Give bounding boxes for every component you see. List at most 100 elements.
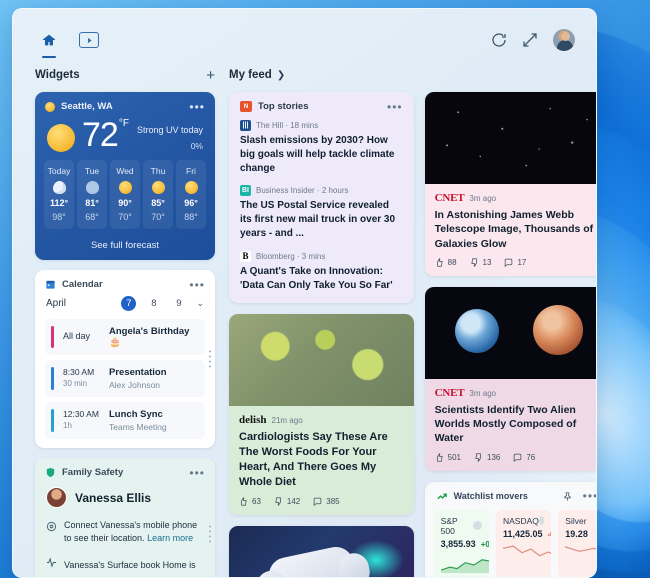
watchlist-widget[interactable]: Watchlist movers ••• S&P 500 — [424, 481, 596, 577]
family-safety-widget[interactable]: Family Safety ••• Vanessa Ellis Connect … — [35, 458, 215, 577]
calendar-event[interactable]: 8:30 AM 30 min Presentation Alex Johnson — [45, 360, 205, 397]
dislike-button[interactable]: 136 — [474, 453, 500, 462]
feed-card-cnet-webb[interactable]: CNET 3m ago In Astonishing James Webb Te… — [424, 92, 596, 276]
weather-more-button[interactable]: ••• — [189, 101, 205, 113]
see-full-forecast-link[interactable]: See full forecast — [35, 235, 215, 260]
add-widget-button[interactable]: + — [206, 68, 215, 83]
rain-icon — [85, 181, 99, 194]
forecast-day-label: Today — [47, 166, 71, 176]
comment-button[interactable]: 17 — [504, 258, 526, 267]
weather-location: Seattle, WA — [61, 101, 113, 112]
ticker-item[interactable]: NASDAQ 11,425.05 -0.95% — [495, 509, 552, 577]
calendar-scroll-grip[interactable] — [209, 350, 211, 368]
feed-card-cnet-water[interactable]: CNET 3m ago Scientists Identify Two Alie… — [424, 286, 596, 471]
forecast-low: 70° — [118, 212, 132, 222]
family-safety-message: Vanessa's Surface book Home is connected — [64, 560, 196, 571]
forecast-day[interactable]: Thu 85° 70° — [143, 160, 173, 229]
widgets-header: Widgets + — [35, 65, 215, 85]
family-safety-item[interactable]: Connect Vanessa's mobile phone to see th… — [35, 515, 215, 551]
event-title: Presentation — [109, 367, 167, 378]
sunny-icon — [184, 181, 198, 194]
forecast-low: 68° — [85, 212, 99, 222]
source-icon: BI — [240, 185, 251, 197]
home-tab[interactable] — [35, 27, 63, 58]
like-button[interactable]: 63 — [239, 497, 261, 506]
top-stories-more-button[interactable]: ••• — [387, 101, 403, 113]
family-safety-scroll-grip[interactable] — [209, 525, 211, 543]
feed-header[interactable]: My feed ❯ — [229, 65, 596, 85]
calendar-event[interactable]: All day Angela's Birthday 🎂 — [45, 319, 205, 355]
expand-icon[interactable] — [521, 31, 539, 49]
family-safety-item[interactable]: Vanessa's Surface book Home is connected… — [35, 551, 215, 577]
ticker-change: +0.82% — [480, 539, 489, 549]
forecast-day[interactable]: Fri 96° 88° — [176, 160, 206, 229]
top-stories-icon: N — [240, 101, 252, 112]
widgets-topbar — [35, 23, 576, 58]
weather-unit: °F — [118, 118, 129, 129]
like-button[interactable]: 88 — [435, 258, 457, 267]
dislike-button[interactable]: 13 — [470, 257, 492, 267]
forecast-day[interactable]: Today 112° 98° — [44, 160, 74, 229]
forecast-day[interactable]: Tue 81° 68° — [77, 160, 107, 229]
story-source: The Hill · 18 mins — [256, 121, 319, 130]
dislike-button[interactable]: 142 — [274, 497, 300, 506]
watchlist-more-button[interactable]: ••• — [583, 490, 596, 502]
calendar-day-8[interactable]: 8 — [146, 298, 161, 309]
ticker-change: -0.95% — [547, 529, 552, 539]
ticker-price: 19.28 — [565, 528, 588, 539]
weather-temperature: 72 — [82, 116, 119, 154]
event-title: Angela's Birthday 🎂 — [109, 326, 190, 348]
family-safety-text: Connect Vanessa's mobile phone to see th… — [64, 519, 204, 545]
family-safety-more-button[interactable]: ••• — [189, 467, 205, 479]
user-avatar[interactable] — [552, 28, 576, 52]
feed-card-verge[interactable]: THE VERGE 4 hours ago The best video gam… — [229, 526, 414, 577]
learn-more-link[interactable]: Learn more — [147, 533, 193, 543]
feed-title: My feed — [229, 69, 272, 81]
card-headline: Scientists Identify Two Alien Worlds Mos… — [434, 403, 577, 445]
avatar — [46, 487, 67, 508]
comment-count: 17 — [517, 257, 527, 267]
ticker-price: 11,425.05 — [502, 528, 543, 539]
refresh-icon[interactable] — [490, 31, 508, 49]
comment-button[interactable]: 385 — [313, 497, 340, 507]
weather-sun-large-icon — [47, 124, 75, 152]
feed-column-right: CNET 3m ago In Astonishing James Webb Te… — [424, 92, 596, 577]
video-tab[interactable] — [75, 27, 103, 53]
card-headline: Cardiologists Say These Are The Worst Fo… — [239, 431, 388, 489]
comment-button[interactable]: 76 — [513, 453, 535, 462]
event-time: 12:30 AM — [63, 409, 99, 419]
forecast-high: 81° — [85, 198, 99, 208]
ticker-sparkline — [565, 545, 596, 552]
family-safety-title: Family Safety — [62, 467, 124, 478]
story-source: Business Insider · 2 hours — [256, 186, 349, 196]
dislike-count: 136 — [487, 452, 501, 462]
calendar-title: Calendar — [62, 279, 103, 290]
story-item[interactable]: B Bloomberg · 3 mins A Quant's Take on I… — [240, 250, 403, 293]
timestamp: 3m ago — [469, 388, 497, 398]
calendar-event[interactable]: 12:30 AM 1h Lunch Sync Teams Meeting — [45, 402, 205, 439]
event-subtitle: Teams Meeting — [109, 422, 167, 432]
space-image — [424, 92, 596, 184]
story-item[interactable]: BI Business Insider · 2 hours The US Pos… — [240, 185, 403, 240]
weather-widget[interactable]: Seattle, WA ••• 72 °F Strong UV today 0%… — [35, 92, 215, 260]
weather-uv-percent: 0% — [190, 141, 203, 151]
trending-up-icon — [437, 493, 447, 499]
like-button[interactable]: 501 — [435, 453, 461, 462]
calendar-more-button[interactable]: ••• — [189, 279, 205, 291]
dislike-count: 13 — [482, 257, 492, 267]
ticker-item[interactable]: S&P 500 3,855.93 +0.82% — [433, 509, 489, 577]
feed-card-delish[interactable]: delish 21m ago Cardiologists Say These A… — [229, 314, 414, 516]
chevron-down-icon[interactable]: ⌄ — [196, 298, 204, 309]
calendar-widget[interactable]: Calendar ••• April 7 8 9 ⌄ All day Angel… — [35, 270, 215, 448]
forecast-day[interactable]: Wed 90° 70° — [110, 160, 140, 229]
chevron-right-icon[interactable]: ❯ — [277, 70, 285, 81]
top-stories-widget[interactable]: N Top stories ••• ||| The Hill · 18 mins… — [229, 92, 414, 304]
ticker-item[interactable]: Silver 19.28 — [558, 509, 596, 577]
ticker-name: Silver — [565, 515, 587, 526]
calendar-day-9[interactable]: 9 — [171, 298, 186, 309]
like-count: 88 — [447, 257, 457, 267]
calendar-day-7[interactable]: 7 — [121, 296, 137, 311]
pin-icon[interactable] — [562, 491, 573, 502]
story-item[interactable]: ||| The Hill · 18 mins Slash emissions b… — [240, 120, 403, 175]
story-headline: A Quant's Take on Innovation: 'Data Can … — [240, 265, 393, 291]
